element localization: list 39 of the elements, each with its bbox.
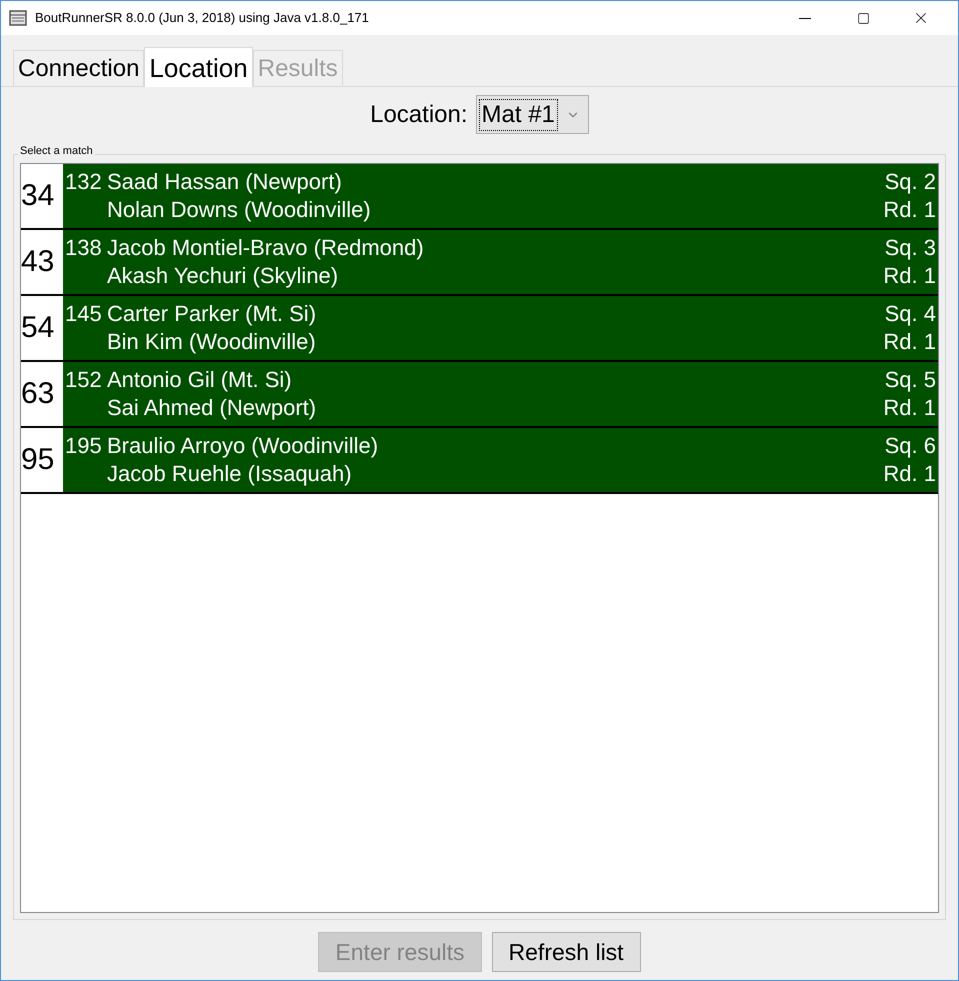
wrestler-name: Bin Kim (Woodinville) xyxy=(107,328,316,356)
sequence-label: Sq. 5 xyxy=(884,366,936,394)
wrestler-name: Nolan Downs (Woodinville) xyxy=(107,196,371,224)
group-title: Select a match xyxy=(18,146,95,157)
sequence-label: Sq. 2 xyxy=(884,168,936,196)
bout-number: 43 xyxy=(21,247,54,277)
round-label: Rd. 1 xyxy=(883,262,936,290)
tab[interactable]: Location xyxy=(144,47,253,87)
wrestler-name: Jacob Montiel-Bravo (Redmond) xyxy=(107,234,424,262)
wrestler-name: Akash Yechuri (Skyline) xyxy=(107,262,338,290)
wrestler-name: Saad Hassan (Newport) xyxy=(107,168,342,196)
location-label: Location: xyxy=(370,100,468,130)
weight-class: 152 xyxy=(65,366,103,394)
maximize-icon xyxy=(856,12,870,24)
tab[interactable]: Connection xyxy=(13,50,144,86)
weight-class: 145 xyxy=(65,300,103,328)
sequence-label: Sq. 3 xyxy=(884,234,936,262)
window-title: BoutRunnerSR 8.0.0 (Jun 3, 2018) using Java v1.8.0_171 xyxy=(35,9,369,28)
wrestler-name: Carter Parker (Mt. Si) xyxy=(107,300,316,328)
weight-class: 132 xyxy=(65,168,103,196)
wrestler-name: Jacob Ruehle (Issaquah) xyxy=(107,460,352,488)
sequence-label: Sq. 6 xyxy=(884,432,936,460)
action-button[interactable]: Refresh list xyxy=(492,932,641,972)
wrestler-name: Antonio Gil (Mt. Si) xyxy=(107,366,292,394)
round-label: Rd. 1 xyxy=(883,460,936,488)
bout-number: 95 xyxy=(21,445,54,475)
sequence-label: Sq. 4 xyxy=(884,300,936,328)
bout-number: 34 xyxy=(21,181,54,211)
app-icon xyxy=(9,10,27,26)
wrestler-name: Sai Ahmed (Newport) xyxy=(107,394,316,422)
location-dropdown[interactable]: Mat #1 xyxy=(476,95,589,134)
wrestler-name: Braulio Arroyo (Woodinville) xyxy=(107,432,378,460)
round-label: Rd. 1 xyxy=(883,394,936,422)
bout-number: 63 xyxy=(21,379,54,409)
bout-number: 54 xyxy=(21,313,54,343)
weight-class: 195 xyxy=(65,432,103,460)
round-label: Rd. 1 xyxy=(883,328,936,356)
weight-class: 138 xyxy=(65,234,103,262)
round-label: Rd. 1 xyxy=(883,196,936,224)
